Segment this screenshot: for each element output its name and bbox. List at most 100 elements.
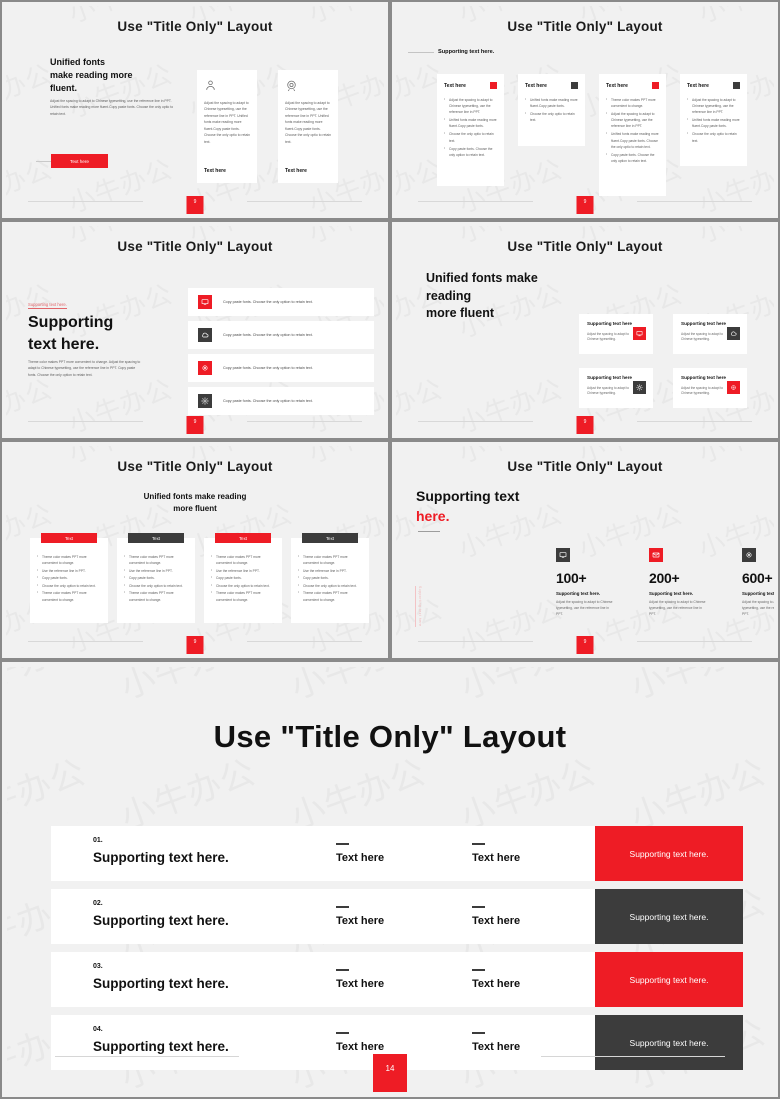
slide2-supporting-text: Supporting text here. xyxy=(438,49,495,55)
slide4-card-title: Supporting text here xyxy=(587,321,632,326)
slide-thumbnail-2[interactable]: 小牛办公小牛办公小牛办公小牛办公小牛办公小牛办公小牛办公小牛办公小牛办公小牛办公… xyxy=(390,0,780,220)
slide4-card[interactable]: Supporting text here Adjust the spacing t… xyxy=(579,314,653,354)
slide1-card-1[interactable]: Adjust the spacing to adapt to Chinese t… xyxy=(197,70,257,183)
slide5-card[interactable]: Text Theme color makes PPT more convenien… xyxy=(30,533,108,623)
column-dash xyxy=(336,906,349,908)
slide2-card-label: Text here xyxy=(606,82,628,89)
row-accent-panel[interactable]: Supporting text here. xyxy=(595,889,743,944)
slide2-card[interactable]: Text here Theme color makes PPT more conv… xyxy=(599,74,666,196)
footer-rule-left xyxy=(418,201,533,202)
bullet-item: Theme color makes PPT more convenient to… xyxy=(124,589,188,602)
camera-icon xyxy=(742,548,756,562)
slide-thumbnail-3[interactable]: 小牛办公小牛办公小牛办公小牛办公小牛办公小牛办公小牛办公小牛办公小牛办公小牛办公… xyxy=(0,220,390,440)
slide4-card-title: Supporting text here xyxy=(681,321,726,326)
slide3-row[interactable]: Copy paste fonts. Choose the only option… xyxy=(188,321,374,349)
bullet-item: Adjust the spacing to adapt to Chinese t… xyxy=(444,96,497,115)
slide3-row[interactable]: Copy paste fonts. Choose the only option… xyxy=(188,288,374,316)
supporting-leader-line xyxy=(408,52,434,53)
table-row[interactable]: 01. Supporting text here. Text here Text he… xyxy=(51,826,743,881)
table-row[interactable]: 02. Supporting text here. Text here Text he… xyxy=(51,889,743,944)
bullet-item: Theme color makes PPT more convenient to… xyxy=(211,553,275,566)
row-col2-text: Text here xyxy=(336,1041,385,1053)
bullet-item: Use the reference line in PPT. xyxy=(298,567,362,574)
slide2-card-label: Text here xyxy=(444,82,466,89)
slide-thumbnail-1[interactable]: 小牛办公小牛办公小牛办公小牛办公小牛办公小牛办公小牛办公小牛办公小牛办公小牛办公… xyxy=(0,0,390,220)
row-col3-text: Text here xyxy=(472,1041,521,1053)
footer-rule-right xyxy=(637,201,752,202)
slide5-card-tag: Text xyxy=(128,533,184,543)
row-main-text: Supporting text here. xyxy=(93,913,229,928)
slide6-heading-line1: Supporting text xyxy=(416,488,520,504)
main-slide-title: Use "Title Only" Layout xyxy=(213,719,567,754)
slide1-card-1-text: Adjust the spacing to adapt to Chinese t… xyxy=(204,101,250,144)
slide3-row[interactable]: Copy paste fonts. Choose the only option… xyxy=(188,354,374,382)
bullet-item: Copy paste fonts. xyxy=(211,574,275,581)
bullet-item: Copy paste fonts. Choose the only option… xyxy=(606,151,659,164)
main-slide-preview[interactable]: 小牛办公小牛办公小牛办公小牛办公小牛办公小牛办公小牛办公小牛办公小牛办公小牛办公… xyxy=(0,660,780,1099)
row-col2-text: Text here xyxy=(336,852,385,864)
slide-title: Use "Title Only" Layout xyxy=(117,239,273,254)
bullet-item: Choose the only option to retain text. xyxy=(124,582,188,589)
footer-rule-right xyxy=(247,641,362,642)
bullet-item: Use the reference line in PPT. xyxy=(211,567,275,574)
slide2-card-bullets: Theme color makes PPT more convenient to… xyxy=(606,96,659,164)
bullet-item: Choose the only optio to retain text. xyxy=(444,130,497,143)
footer-rule-right xyxy=(247,201,362,202)
table-row[interactable]: 03. Supporting text here. Text here Text he… xyxy=(51,952,743,1007)
bullet-item: Theme color makes PPT more convenient to… xyxy=(124,553,188,566)
bullet-item: Use the reference line in PPT. xyxy=(124,567,188,574)
bullet-item: Copy paste fonts. xyxy=(124,574,188,581)
row-accent-panel[interactable]: Supporting text here. xyxy=(595,1015,743,1070)
column-dash xyxy=(336,969,349,971)
footer-rule-right xyxy=(247,421,362,422)
slide5-subtitle: Unified fonts make reading more fluent xyxy=(143,492,247,514)
heading-underline xyxy=(418,531,440,533)
slide1-card-1-label: Text here xyxy=(204,168,226,174)
color-swatch xyxy=(733,82,740,89)
footer-rule-left xyxy=(28,421,143,422)
row-col3-text: Text here xyxy=(472,978,521,990)
row-main-text: Supporting text here. xyxy=(93,976,229,991)
slide6-stat: 600+ Supporting text here. Adjust the spac… xyxy=(742,548,774,617)
footer-rule-right xyxy=(637,641,752,642)
stat-text: Adjust the spacing to adapt to Chinese t… xyxy=(649,600,706,617)
slide4-card[interactable]: Supporting text here Adjust the spacing t… xyxy=(673,368,747,408)
slide1-card-2[interactable]: Adjust the spacing to adapt to Chinese t… xyxy=(278,70,338,183)
gear-icon xyxy=(633,381,646,394)
slide-title: Use "Title Only" Layout xyxy=(117,19,273,34)
thumbnail-grid: 小牛办公小牛办公小牛办公小牛办公小牛办公小牛办公小牛办公小牛办公小牛办公小牛办公… xyxy=(0,0,780,660)
slide5-card[interactable]: Text Theme color makes PPT more convenien… xyxy=(204,533,282,623)
row-col3-text: Text here xyxy=(472,852,521,864)
slide4-card-text: Adjust the spacing to adapt to Chinese t… xyxy=(587,331,629,342)
slide5-card-bullets: Theme color makes PPT more convenient to… xyxy=(298,553,362,603)
slide2-card[interactable]: Text here Adjust the spacing to adapt to … xyxy=(680,74,747,166)
slide5-card[interactable]: Text Theme color makes PPT more convenien… xyxy=(117,533,195,623)
slide-thumbnail-6[interactable]: 小牛办公小牛办公小牛办公小牛办公小牛办公小牛办公小牛办公小牛办公小牛办公小牛办公… xyxy=(390,440,780,660)
slide1-cta-button[interactable]: Text here xyxy=(51,154,108,168)
slide2-card[interactable]: Text here Adjust the spacing to adapt to … xyxy=(437,74,504,186)
slide2-card[interactable]: Text here Unified fonts make reading more… xyxy=(518,74,585,146)
slide-thumbnail-5[interactable]: 小牛办公小牛办公小牛办公小牛办公小牛办公小牛办公小牛办公小牛办公小牛办公小牛办公… xyxy=(0,440,390,660)
slide3-row[interactable]: Copy paste fonts. Choose the only option… xyxy=(188,387,374,415)
row-accent-panel[interactable]: Supporting text here. xyxy=(595,826,743,881)
color-swatch xyxy=(490,82,497,89)
slide4-card[interactable]: Supporting text here Adjust the spacing t… xyxy=(673,314,747,354)
row-accent-panel[interactable]: Supporting text here. xyxy=(595,952,743,1007)
bullet-item: Theme color makes PPT more convenient to… xyxy=(606,96,659,109)
slide6-stat: 200+ Supporting text here. Adjust the spac… xyxy=(649,548,721,617)
monitor-icon xyxy=(198,295,212,309)
slide5-card-tag: Text xyxy=(215,533,271,543)
bullet-item: Theme color makes PPT more convenient to… xyxy=(37,589,101,602)
page-number-badge: 9 xyxy=(576,636,594,654)
slide5-card[interactable]: Text Theme color makes PPT more convenien… xyxy=(291,533,369,623)
target-icon xyxy=(285,79,331,95)
column-dash xyxy=(472,1032,485,1034)
row-col2-text: Text here xyxy=(336,915,385,927)
color-swatch xyxy=(571,82,578,89)
slide4-card[interactable]: Supporting text here Adjust the spacing t… xyxy=(579,368,653,408)
bullet-item: Unified fonts make reading more fluent.C… xyxy=(444,116,497,129)
slide-thumbnail-4[interactable]: 小牛办公小牛办公小牛办公小牛办公小牛办公小牛办公小牛办公小牛办公小牛办公小牛办公… xyxy=(390,220,780,440)
slide1-card-2-text: Adjust the spacing to adapt to Chinese t… xyxy=(285,101,331,144)
stat-title: Supporting text here. xyxy=(556,591,601,596)
page-number-badge: 9 xyxy=(576,416,594,434)
